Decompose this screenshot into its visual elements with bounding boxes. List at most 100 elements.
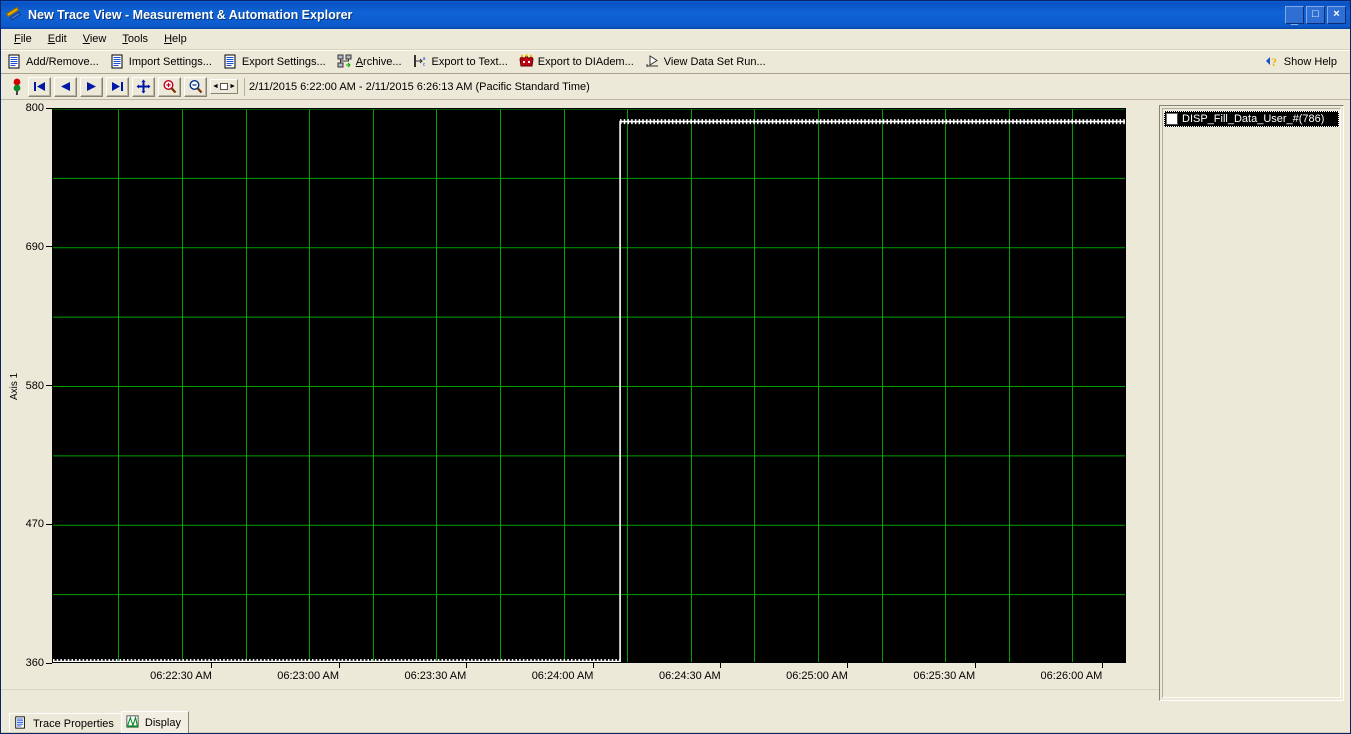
x-axis-tick-mark — [465, 663, 467, 668]
menu-bar: File Edit View Tools Help — [1, 29, 1350, 50]
view-data-set-run-label: View Data Set Run... — [663, 55, 766, 68]
tab-trace-properties[interactable]: Trace Properties — [9, 713, 122, 733]
x-axis-tick-mark — [847, 663, 849, 668]
x-axis-tick-label: 06:25:30 AM — [913, 670, 976, 682]
menu-item-view[interactable]: View — [75, 31, 115, 47]
menu-item-file[interactable]: File — [6, 31, 40, 47]
export-to-diadem-button[interactable]: Export to DIAdem... — [515, 52, 641, 72]
x-axis-tick-label: 06:23:30 AM — [404, 670, 467, 682]
trace-view-window: New Trace View - Measurement & Automatio… — [0, 0, 1351, 734]
x-axis-tick-mark — [720, 663, 722, 668]
menu-item-edit[interactable]: Edit — [40, 31, 75, 47]
range-scroll-widget[interactable]: ◄ ► — [210, 79, 238, 94]
y-axis-title: Axis 1 — [9, 372, 20, 400]
zoom-out-icon — [189, 79, 203, 94]
traffic-light-icon[interactable] — [9, 76, 25, 97]
show-help-button[interactable]: ? Show Help — [1261, 52, 1344, 72]
show-help-label: Show Help — [1283, 55, 1337, 68]
import-settings-button[interactable]: Import Settings... — [106, 52, 219, 72]
x-axis-tick-mark — [338, 663, 340, 668]
go-previous-button[interactable] — [54, 76, 77, 97]
x-axis-tick-mark — [592, 663, 594, 668]
zoom-in-button[interactable] — [158, 76, 181, 97]
y-axis: Axis 1 800 690 580 470 360 — [1, 100, 52, 675]
menu-label-edit: dit — [55, 33, 67, 45]
plot-canvas — [53, 109, 1125, 662]
range-left-arrow[interactable]: ◄ — [212, 83, 219, 90]
legend-list: DISP_Fill_Data_User_#(786) — [1162, 108, 1341, 698]
svg-text:?: ? — [1271, 55, 1277, 69]
range-right-arrow[interactable]: ► — [229, 83, 236, 90]
y-axis-tick: 690 — [26, 241, 52, 253]
pan-move-icon — [136, 79, 151, 94]
x-axis-tick: 06:22:30 AM — [150, 663, 243, 682]
tab-display[interactable]: Display — [120, 711, 189, 733]
tab-display-label: Display — [144, 716, 181, 729]
navigation-toolbar: ◄ ► 2/11/2015 6:22:00 AM - 2/11/2015 6:2… — [1, 74, 1350, 100]
y-axis-tick-label: 580 — [25, 379, 44, 392]
diadem-icon — [519, 54, 534, 69]
y-axis-tick: 470 — [26, 518, 52, 530]
zoom-out-button[interactable] — [184, 76, 207, 97]
bottom-tab-bar: Trace Properties Display — [1, 709, 1350, 733]
plot-area[interactable] — [52, 108, 1126, 663]
legend-panel: DISP_Fill_Data_User_#(786) — [1159, 105, 1344, 701]
x-axis-tick-label: 06:24:00 AM — [531, 670, 594, 682]
pan-button[interactable] — [132, 76, 155, 97]
x-axis-tick-mark — [211, 663, 213, 668]
x-axis-tick-label: 06:24:30 AM — [658, 670, 721, 682]
y-axis-tick-label: 800 — [25, 102, 44, 114]
import-settings-label: Import Settings... — [128, 55, 212, 68]
menu-label-help: elp — [172, 33, 187, 45]
play-forward-icon — [87, 82, 96, 91]
y-axis-tick-label: 690 — [25, 240, 44, 253]
archive-label: Archive... — [355, 55, 402, 68]
maximize-button[interactable]: □ — [1306, 6, 1325, 24]
skip-forward-icon — [112, 82, 123, 91]
x-axis-tick: 06:23:00 AM — [277, 663, 370, 682]
close-button[interactable]: × — [1327, 6, 1346, 24]
tab-trace-properties-label: Trace Properties — [33, 717, 114, 730]
legend-item-label: DISP_Fill_Data_User_#(786) — [1182, 113, 1325, 125]
y-axis-tick-label: 360 — [25, 657, 44, 669]
x-axis-tick: 06:25:30 AM — [913, 663, 1006, 682]
legend-item[interactable]: DISP_Fill_Data_User_#(786) — [1164, 111, 1339, 127]
skip-back-icon — [34, 82, 45, 91]
add-remove-button[interactable]: Add/Remove... — [3, 52, 106, 72]
menu-item-tools[interactable]: Tools — [114, 31, 156, 47]
x-axis-tick-label: 06:25:00 AM — [786, 670, 848, 682]
legend-checkbox[interactable] — [1166, 113, 1178, 125]
x-axis-tick-label: 06:26:00 AM — [1040, 670, 1103, 682]
y-axis-tick-label: 470 — [25, 518, 44, 531]
title-bar: New Trace View - Measurement & Automatio… — [1, 1, 1350, 29]
x-axis-tick: 06:23:30 AM — [405, 663, 497, 682]
minimize-button[interactable]: _ — [1285, 6, 1304, 26]
go-last-button[interactable] — [106, 76, 129, 97]
document-icon — [7, 54, 22, 69]
svg-text:c: c — [422, 62, 425, 68]
window-controls: _ □ × — [1285, 6, 1348, 26]
document-icon — [110, 54, 125, 69]
x-axis-tick: 06:25:00 AM — [786, 663, 879, 682]
graph-pane: Axis 1 800 690 580 470 360 06:22:30 AM 06:23:… — [1, 100, 1159, 709]
archive-icon — [337, 54, 352, 69]
go-next-button[interactable] — [80, 76, 103, 97]
minimize-icon: _ — [1290, 10, 1299, 26]
go-first-button[interactable] — [28, 76, 51, 97]
zoom-in-icon — [163, 79, 177, 94]
maximize-icon: □ — [1312, 7, 1319, 20]
export-text-icon: ac — [413, 54, 428, 69]
export-settings-button[interactable]: Export Settings... — [219, 52, 333, 72]
play-back-icon — [61, 82, 70, 91]
menu-item-help[interactable]: Help — [156, 31, 195, 47]
add-remove-label: Add/Remove... — [26, 55, 99, 68]
export-to-text-label: Export to Text... — [431, 55, 508, 68]
view-data-set-run-button[interactable]: View Data Set Run... — [641, 52, 773, 72]
x-axis-tick: 06:26:00 AM — [1041, 663, 1133, 682]
y-axis-tick: 580 — [26, 380, 52, 392]
archive-button[interactable]: Archive... — [333, 52, 409, 72]
export-to-text-button[interactable]: ac Export to Text... — [409, 52, 515, 72]
menu-label-view: iew — [89, 33, 107, 45]
range-bar[interactable] — [219, 83, 229, 90]
y-axis-tick: 800 — [26, 102, 52, 114]
